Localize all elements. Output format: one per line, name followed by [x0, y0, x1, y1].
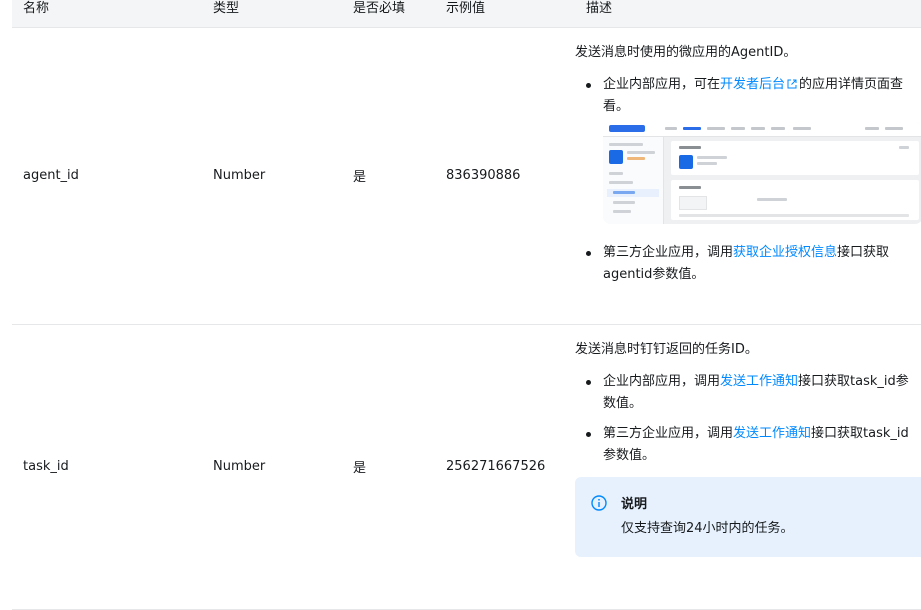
- table-row: agent_id Number 是 836390886 发送消息时使用的微应用的…: [12, 27, 921, 325]
- note-text: 仅支持查询24小时内的任务。: [621, 520, 794, 536]
- list-item: 第三方企业应用，调用发送工作通知接口获取task_id参数值。: [575, 423, 918, 467]
- parameter-table: 名称 类型 是否必填 示例值 描述 agent_id Number 是 8363…: [12, 0, 921, 610]
- param-required: 是: [342, 324, 435, 610]
- bullet-text: 第三方企业应用，调用: [603, 425, 734, 441]
- info-icon: [591, 494, 607, 511]
- note-box: 说明 仅支持查询24小时内的任务。: [575, 476, 921, 557]
- param-description: 发送消息时钉钉返回的任务ID。 企业内部应用，调用发送工作通知接口获取task_…: [575, 324, 921, 610]
- note-title: 说明: [621, 496, 648, 512]
- param-required: 是: [342, 27, 435, 325]
- bullet-text: 企业内部应用，可在: [603, 76, 721, 92]
- app-details-screenshot: [603, 121, 921, 224]
- param-name: agent_id: [12, 27, 202, 325]
- parameter-table-wrap: 名称 类型 是否必填 示例值 描述 agent_id Number 是 8363…: [12, 0, 921, 610]
- send-work-notice-link[interactable]: 发送工作通知: [720, 374, 798, 389]
- param-example: 256271667526: [435, 324, 575, 610]
- bullet-text: 第三方企业应用，调用: [603, 244, 734, 260]
- header-description: 描述: [575, 0, 921, 28]
- description-intro: 发送消息时使用的微应用的AgentID。: [575, 44, 797, 60]
- header-type: 类型: [202, 0, 342, 28]
- list-item: 企业内部应用，调用发送工作通知接口获取task_id参数值。: [575, 371, 918, 415]
- table-row: task_id Number 是 256271667526 发送消息时钉钉返回的…: [12, 324, 921, 610]
- table-header-row: 名称 类型 是否必填 示例值 描述: [12, 0, 921, 28]
- header-example: 示例值: [435, 0, 575, 28]
- param-type: Number: [202, 27, 342, 325]
- get-auth-info-link[interactable]: 获取企业授权信息: [733, 245, 837, 260]
- header-name: 名称: [12, 0, 202, 28]
- param-description: 发送消息时使用的微应用的AgentID。 企业内部应用，可在开发者后台 的应用详情…: [575, 27, 921, 325]
- description-intro: 发送消息时钉钉返回的任务ID。: [575, 341, 758, 357]
- header-required: 是否必填: [342, 0, 435, 28]
- external-link-icon[interactable]: [787, 79, 797, 89]
- param-example: 836390886: [435, 27, 575, 325]
- list-item: 第三方企业应用，调用获取企业授权信息接口获取agentid参数值。: [575, 242, 918, 286]
- bullet-text: 企业内部应用，调用: [603, 373, 721, 389]
- param-type: Number: [202, 324, 342, 610]
- param-name: task_id: [12, 324, 202, 610]
- developer-console-link[interactable]: 开发者后台: [720, 77, 785, 92]
- list-item: 企业内部应用，可在开发者后台 的应用详情页面查看。: [575, 74, 921, 224]
- send-work-notice-link[interactable]: 发送工作通知: [733, 426, 811, 441]
